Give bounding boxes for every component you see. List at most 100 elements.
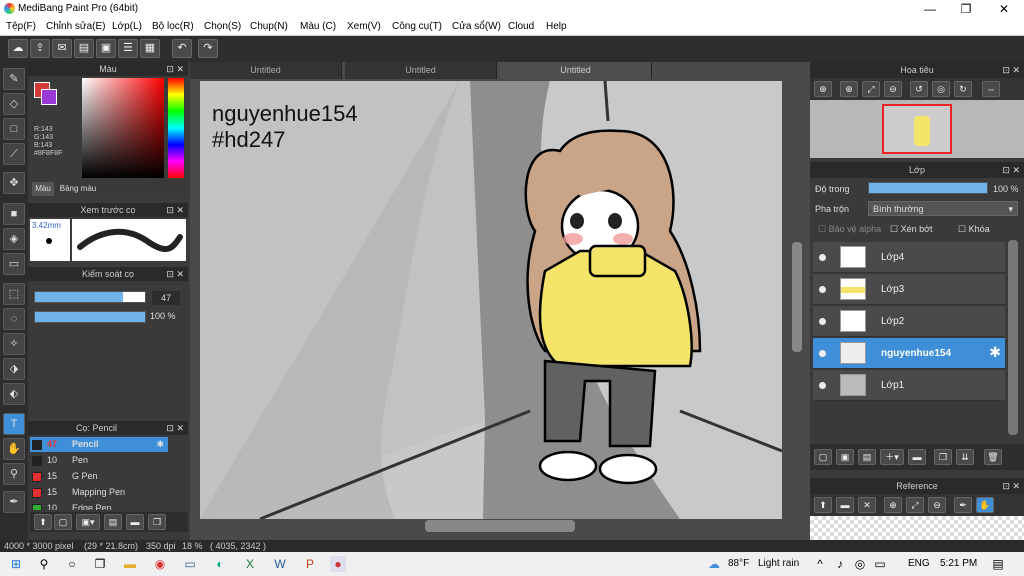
merge-down-icon[interactable]: ⇊ (956, 449, 974, 465)
saturation-value-picker[interactable] (82, 78, 164, 178)
menu-cloud[interactable]: Cloud (508, 21, 534, 32)
reset-icon[interactable]: ◎ (932, 81, 950, 97)
rotate-right-icon[interactable]: ↻ (954, 81, 972, 97)
cortana-icon[interactable]: ○ (64, 556, 80, 572)
chevron-up-icon[interactable]: ^ (812, 556, 828, 572)
edge-icon[interactable]: ◐ (212, 556, 228, 572)
brush-size-value[interactable]: 47 (152, 291, 180, 305)
powerpoint-icon[interactable]: P (302, 556, 318, 572)
battery-icon[interactable]: ▭ (872, 556, 888, 572)
background-color-swatch[interactable] (41, 89, 57, 105)
brush-tool-icon[interactable]: ✎ (3, 68, 25, 90)
zoom-in-icon[interactable]: ⊕ (814, 81, 832, 97)
magic-wand-icon[interactable]: ✧ (3, 333, 25, 355)
folder-icon[interactable]: ▬ (908, 449, 926, 465)
hand-icon[interactable]: ✋ (976, 497, 994, 513)
clipping-checkbox[interactable]: ☐ Xén bớt (890, 224, 933, 235)
eraser-tool-icon[interactable]: ◇ (3, 93, 25, 115)
language-indicator[interactable]: ENG (908, 558, 930, 569)
menu-layer[interactable]: Lớp(L) (112, 21, 142, 32)
minimize-button[interactable]: — (910, 1, 950, 17)
menu-select[interactable]: Chọn(S) (204, 21, 241, 32)
word-icon[interactable]: W (272, 556, 288, 572)
panel-close-icon[interactable]: ⊡ ✕ (166, 203, 184, 217)
tab-untitled-1[interactable]: Untitled (190, 62, 342, 79)
menu-help[interactable]: Help (546, 21, 567, 32)
horizontal-scrollbar[interactable] (425, 520, 575, 532)
select-pen-icon[interactable]: ⬗ (3, 358, 25, 380)
add-layer-menu-icon[interactable]: ＋▾ (880, 449, 904, 465)
zoom-out-icon[interactable]: ⊖ (928, 497, 946, 513)
new-halftone-layer-icon[interactable]: ▣ (836, 449, 854, 465)
zoom-in-icon[interactable]: ⊕ (884, 497, 902, 513)
panel-close-icon[interactable]: ⊡ ✕ (1002, 62, 1020, 78)
eye-icon[interactable] (819, 350, 826, 357)
brush-settings-icon[interactable]: ▤ (104, 514, 122, 530)
menu-filter[interactable]: Bộ lọc(R) (152, 21, 194, 32)
fit-icon[interactable]: ⤢ (906, 497, 924, 513)
grid-icon[interactable]: ▦ (140, 39, 160, 58)
eye-icon[interactable] (819, 254, 826, 261)
excel-icon[interactable]: X (242, 556, 258, 572)
menu-edit[interactable]: Chỉnh sửa(E) (46, 21, 106, 32)
zoom-in-alt-icon[interactable]: ⊕ (840, 81, 858, 97)
layer-row[interactable]: Lớp3 (813, 274, 1005, 305)
dropper-icon[interactable]: ✒ (954, 497, 972, 513)
brush-item-edge-pen[interactable]: 10 Edge Pen (30, 501, 168, 510)
menu-color[interactable]: Màu (C) (300, 21, 336, 32)
protect-alpha-checkbox[interactable]: ☐ Bảo vệ alpha (818, 224, 881, 235)
notification-icon[interactable]: ▤ (990, 556, 1006, 572)
fill-rect-tool-icon[interactable]: ■ (3, 203, 25, 225)
panel-close-icon[interactable]: ⊡ ✕ (166, 421, 184, 435)
hue-slider[interactable] (168, 78, 184, 178)
blend-mode-select[interactable]: Bình thường ▾ (868, 201, 1018, 216)
panel-close-icon[interactable]: ⊡ ✕ (1002, 478, 1020, 494)
add-brush-icon[interactable]: ⬆ (34, 514, 52, 530)
tab-palette[interactable]: Bảng màu (56, 182, 100, 196)
bucket-tool-icon[interactable]: ◈ (3, 228, 25, 250)
layer-row[interactable]: Lớp4 (813, 242, 1005, 273)
gear-icon[interactable]: ✱ (156, 437, 164, 452)
panel-close-icon[interactable]: ⊡ ✕ (166, 267, 184, 281)
brush-item-pen[interactable]: 10 Pen (30, 453, 168, 468)
layer-row[interactable]: Lớp1 (813, 370, 1005, 401)
layers-scrollbar[interactable] (1008, 240, 1018, 435)
zoom-out-icon[interactable]: ⊖ (884, 81, 902, 97)
brush-item-mapping-pen[interactable]: 15 Mapping Pen (30, 485, 168, 500)
cloud-icon[interactable]: ☁ (8, 39, 28, 58)
weather-temp[interactable]: 88°F (728, 558, 749, 569)
navigator-viewport[interactable] (882, 104, 952, 154)
medibang-icon[interactable]: ● (330, 556, 346, 572)
line-tool-icon[interactable]: ⟋ (3, 143, 25, 165)
undo-icon[interactable]: ↶ (172, 39, 192, 58)
gear-icon[interactable]: ✱ (989, 344, 1001, 361)
duplicate-layer-icon[interactable]: ❐ (934, 449, 952, 465)
maximize-button[interactable]: ❐ (946, 1, 986, 17)
chat-icon[interactable]: ✉ (52, 39, 72, 58)
tab-untitled-3[interactable]: Untitled (500, 62, 652, 79)
speaker-icon[interactable]: ♪ (832, 556, 848, 572)
menu-snap[interactable]: Chụp(N) (250, 21, 288, 32)
clock[interactable]: 5:21 PM (940, 558, 977, 569)
windows-start-icon[interactable]: ⊞ (8, 556, 24, 572)
network-icon[interactable]: ◎ (852, 556, 868, 572)
open-icon[interactable]: ▬ (836, 497, 854, 513)
document-canvas[interactable]: nguyenhue154 #hd247 (200, 81, 782, 519)
page-icon[interactable]: ▣ (96, 39, 116, 58)
layer-row[interactable]: Lớp2 (813, 306, 1005, 337)
panel-close-icon[interactable]: ⊡ ✕ (1002, 162, 1020, 178)
menu-view[interactable]: Xem(V) (347, 21, 381, 32)
app-icon[interactable]: ◉ (152, 556, 168, 572)
dropper-tool-icon[interactable]: ⚲ (3, 463, 25, 485)
duplicate-icon[interactable]: ❐ (148, 514, 166, 530)
lock-checkbox[interactable]: ☐ Khóa (958, 224, 990, 235)
brush-menu-icon[interactable]: ▣▾ (76, 514, 100, 530)
eye-icon[interactable] (819, 382, 826, 389)
folder-icon[interactable]: ▬ (126, 514, 144, 530)
eye-icon[interactable] (819, 286, 826, 293)
fit-icon[interactable]: ⤢ (862, 81, 880, 97)
brush-size-slider[interactable] (34, 291, 146, 303)
delete-layer-icon[interactable]: 🗑 (984, 449, 1002, 465)
new-8bit-layer-icon[interactable]: ▤ (858, 449, 876, 465)
upload-icon[interactable]: ⬆ (814, 497, 832, 513)
